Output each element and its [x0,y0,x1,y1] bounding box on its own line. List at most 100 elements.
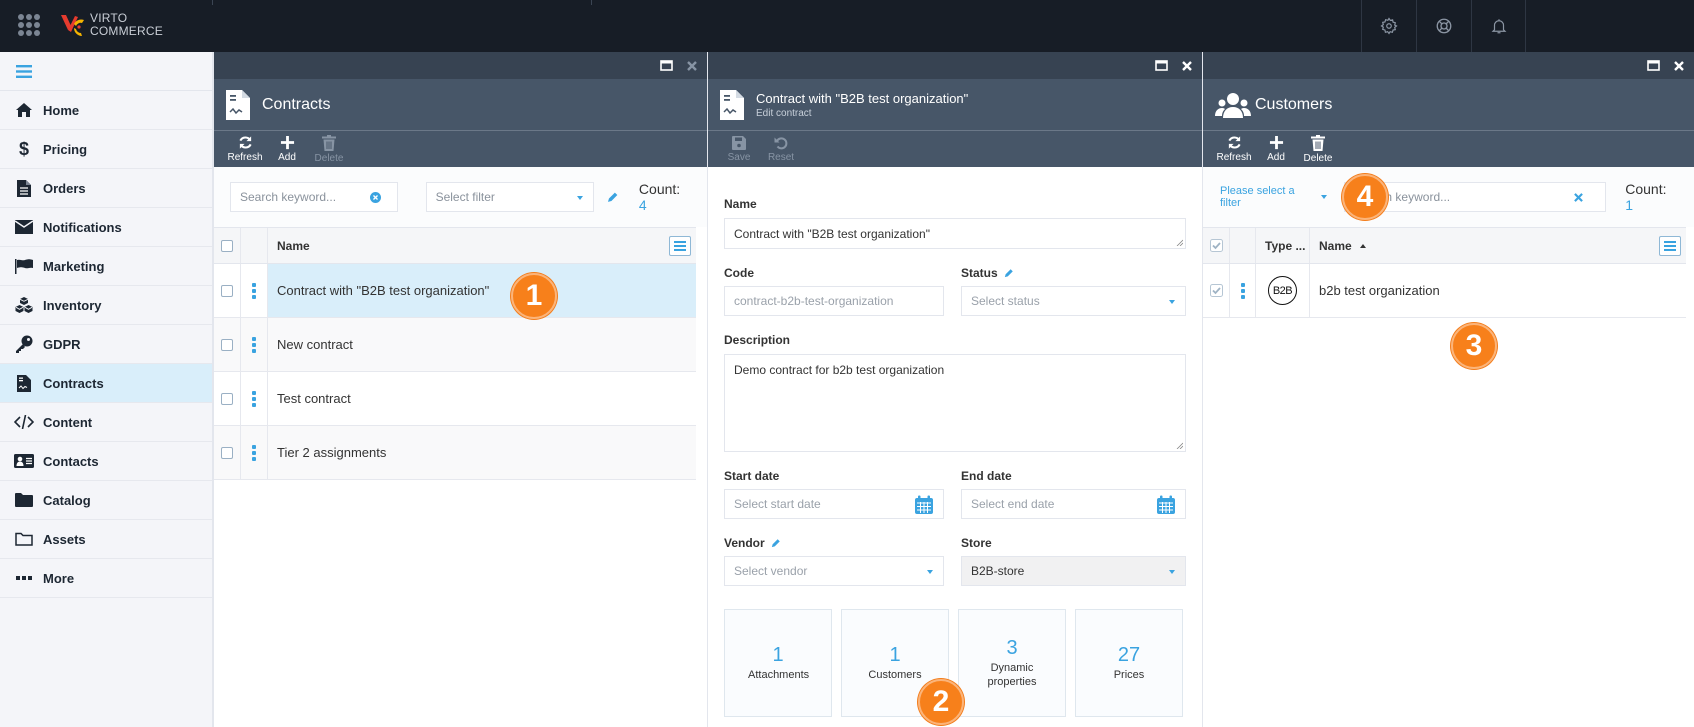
refresh-label: Refresh [1216,152,1252,163]
help-button[interactable] [1416,0,1471,52]
row-checkbox[interactable] [221,284,233,297]
status-select[interactable]: Select status [961,286,1186,316]
maximize-icon[interactable] [660,60,673,71]
name-field[interactable]: Contract with "B2B test organization" [724,218,1186,249]
kebab-menu-icon[interactable] [1240,282,1245,299]
maximize-icon[interactable] [1647,60,1660,71]
edit-status-icon[interactable] [1004,268,1014,278]
close-icon[interactable] [687,60,697,71]
kebab-menu-icon[interactable] [252,336,256,353]
row-checkbox[interactable] [221,392,233,405]
sidebar-item-home[interactable]: Home [0,91,212,130]
name-column-label: Name [277,238,310,253]
sidebar-item-content[interactable]: Content [0,403,212,442]
save-icon [732,135,746,150]
table-row[interactable]: B2B b2b test organization [1203,264,1686,318]
row-name-cell[interactable]: Tier 2 assignments [268,426,696,479]
plus-icon [1269,135,1283,150]
blade-title: Customers [1255,95,1333,113]
add-button[interactable]: Add [1257,131,1295,167]
row-name-cell[interactable]: Test contract [268,372,696,425]
row-name-cell[interactable]: Contract with "B2B test organization" [268,264,696,317]
sidebar-item-notifications[interactable]: Notifications [0,208,212,247]
end-date-field[interactable]: Select end date [961,489,1186,519]
column-settings-button[interactable] [1659,235,1681,256]
refresh-button[interactable]: Refresh [226,131,264,167]
select-all-checkbox[interactable] [221,239,233,252]
kebab-menu-icon[interactable] [252,282,256,299]
calendar-icon[interactable] [914,495,934,515]
maximize-icon[interactable] [1155,60,1168,71]
sidebar-item-pricing[interactable]: $ Pricing [0,130,212,169]
start-date-field[interactable]: Select start date [724,489,944,519]
description-field[interactable]: Demo contract for b2b test organization [724,354,1186,452]
sidebar-item-inventory[interactable]: Inventory [0,286,212,325]
chevron-down-icon [927,570,933,574]
resize-handle-icon[interactable] [1176,442,1183,449]
sidebar-item-gdpr[interactable]: GDPR [0,325,212,364]
widget-dynamic-properties[interactable]: 3 Dynamic properties [958,609,1066,717]
logo[interactable]: VIRTO COMMERCE [60,12,163,38]
select-all-checkbox[interactable] [1209,239,1223,252]
vendor-select[interactable]: Select vendor [724,556,944,586]
code-field[interactable]: contract-b2b-test-organization [724,286,944,316]
kebab-menu-icon[interactable] [252,390,256,407]
delete-button[interactable]: Delete [1299,131,1337,167]
store-select[interactable]: B2B-store [961,556,1186,586]
apps-grid-icon[interactable] [18,14,40,36]
row-checkbox[interactable] [221,338,233,351]
store-value: B2B-store [971,564,1025,578]
row-checkbox[interactable] [221,446,233,459]
close-icon[interactable] [1182,60,1192,71]
sidebar-item-assets[interactable]: Assets [0,520,212,559]
close-icon[interactable] [1674,60,1684,71]
calendar-icon[interactable] [1156,495,1176,515]
table-row[interactable]: Contract with "B2B test organization" [214,264,696,318]
top-bar: VIRTO COMMERCE [0,0,1694,52]
name-header[interactable]: Name [268,228,696,263]
organization-type-badge: B2B [1268,276,1297,305]
end-date-label: End date [961,469,1186,483]
divider [212,0,213,5]
save-button[interactable]: Save [720,131,758,167]
sidebar-item-orders[interactable]: Orders [0,169,212,208]
sidebar-item-more[interactable]: More [0,559,212,598]
resize-handle-icon[interactable] [1176,239,1183,246]
key-icon [14,335,34,353]
sidebar-item-contacts[interactable]: Contacts [0,442,212,481]
sidebar-item-marketing[interactable]: Marketing [0,247,212,286]
count-label: Count: [638,181,681,197]
settings-button[interactable] [1361,0,1416,52]
delete-button[interactable]: Delete [310,131,348,167]
name-header[interactable]: Name [1310,228,1686,263]
notifications-button[interactable] [1471,0,1526,52]
widget-attachments[interactable]: 1 Attachments [724,609,832,717]
kebab-menu-icon[interactable] [252,444,256,461]
column-settings-button[interactable] [669,235,691,256]
description-value: Demo contract for b2b test organization [734,363,945,377]
blade-title: Contract with "B2B test organization" [756,90,969,106]
reset-button[interactable]: Reset [762,131,800,167]
filter-select[interactable]: Select filter [425,182,595,212]
filter-dropdown[interactable]: Please select a filter [1220,185,1328,209]
table-row[interactable]: New contract [214,318,696,372]
refresh-button[interactable]: Refresh [1215,131,1253,167]
edit-filter-icon[interactable] [607,191,619,203]
edit-vendor-icon[interactable] [771,538,781,548]
search-input[interactable]: Search keyword... [230,182,398,212]
row-name-cell[interactable]: b2b test organization [1310,264,1686,317]
row-name-cell[interactable]: New contract [268,318,696,371]
menu-toggle[interactable] [0,52,212,91]
blade-subtitle: Edit contract [756,107,812,119]
clear-search-icon[interactable] [1574,193,1584,202]
widget-prices[interactable]: 27 Prices [1075,609,1183,717]
table-row[interactable]: Test contract [214,372,696,426]
type-header[interactable]: Type ... [1256,228,1310,263]
sidebar-item-contracts[interactable]: Contracts [0,364,212,403]
divider [591,0,592,5]
row-checkbox-checked[interactable] [1209,284,1223,297]
sidebar-item-catalog[interactable]: Catalog [0,481,212,520]
add-button[interactable]: Add [268,131,306,167]
table-row[interactable]: Tier 2 assignments [214,426,696,480]
clear-search-icon[interactable] [369,192,381,203]
